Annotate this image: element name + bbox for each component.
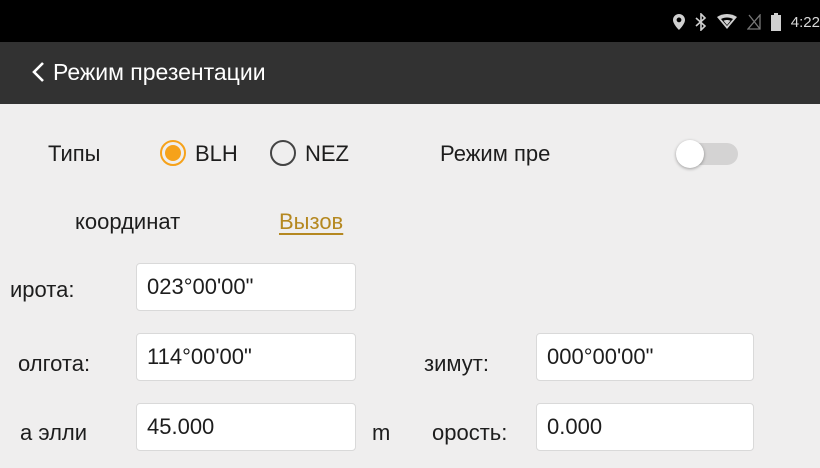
chevron-left-icon[interactable] xyxy=(28,61,50,83)
speed-field[interactable]: 0.000 xyxy=(536,403,754,451)
latitude-label: ирота: xyxy=(10,277,75,302)
azimuth-label: зимут: xyxy=(424,351,489,376)
nez-radio[interactable] xyxy=(270,140,296,166)
height-label: а элли xyxy=(20,420,88,445)
page-title: Режим презентации xyxy=(53,59,266,85)
height-field[interactable]: 45.000 xyxy=(136,403,356,451)
status-time: 4:22 xyxy=(790,13,820,31)
coord-types-label-line1: Типы xyxy=(48,141,101,166)
blh-option-label[interactable]: BLH xyxy=(195,141,238,167)
longitude-label: олгота: xyxy=(18,351,91,376)
speed-label: орость: xyxy=(432,420,508,445)
presentation-mode-toggle[interactable] xyxy=(676,140,738,168)
presentation-mode-label: Режим пре xyxy=(440,141,551,166)
longitude-field[interactable]: 114°00'00" xyxy=(136,333,356,381)
bluetooth-icon xyxy=(695,13,706,31)
call-link[interactable]: Вызов xyxy=(279,209,343,235)
nez-option-label[interactable]: NEZ xyxy=(305,141,349,167)
latitude-field[interactable]: 023°00'00" xyxy=(136,263,356,311)
app-bar: Режим презентации xyxy=(0,42,820,104)
toggle-knob xyxy=(676,140,704,168)
wifi-icon xyxy=(716,14,737,29)
battery-icon xyxy=(770,13,781,31)
status-bar: 4:22 xyxy=(0,0,820,42)
blh-radio[interactable] xyxy=(160,140,186,166)
status-icons: 4:22 xyxy=(672,12,820,32)
height-unit: m xyxy=(372,420,391,445)
location-icon xyxy=(672,14,685,30)
azimuth-field[interactable]: 000°00'00" xyxy=(536,333,754,381)
no-sim-icon xyxy=(746,14,761,30)
coord-types-label-line2: координат xyxy=(75,209,181,234)
